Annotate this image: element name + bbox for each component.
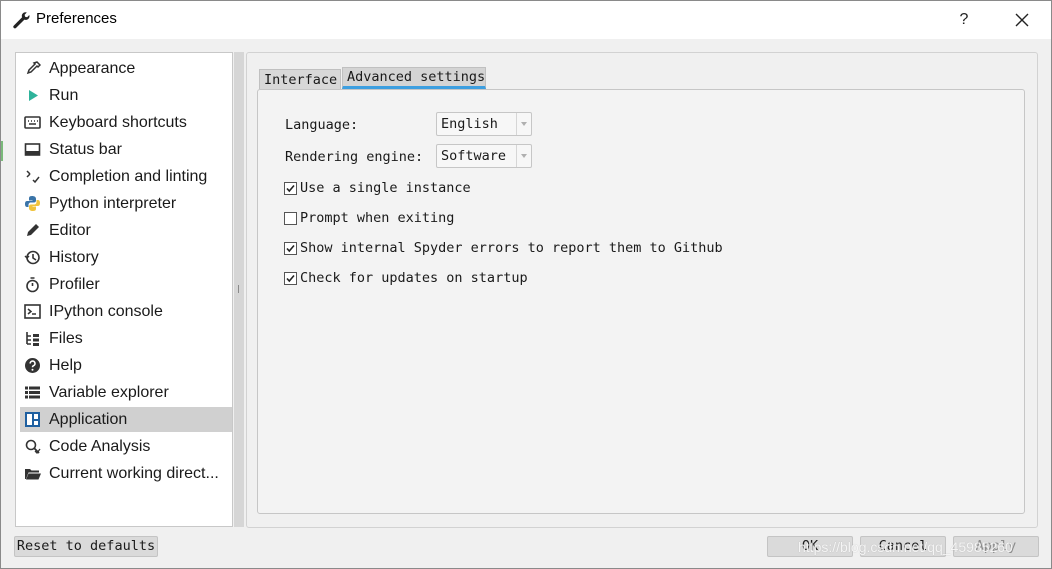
chevron-down-icon: [516, 145, 531, 167]
application-icon: [25, 412, 40, 427]
sidebar-item-application[interactable]: Application: [20, 407, 232, 432]
python-icon: [25, 196, 40, 211]
preferences-sidebar: Appearance Run Keyboard shortcuts Status ba…: [15, 52, 233, 527]
history-icon: [24, 250, 40, 265]
checkbox-checked[interactable]: [284, 182, 297, 195]
language-select-value: English: [441, 116, 498, 132]
sidebar-item-current-working-direct[interactable]: Current working direct...: [20, 461, 232, 486]
file-tree-icon: [26, 332, 39, 346]
language-label: Language:: [285, 117, 359, 133]
keyboard-icon: [24, 116, 41, 129]
sidebar-item-python-interpreter[interactable]: Python interpreter: [20, 191, 232, 216]
splitter-grip[interactable]: [238, 285, 241, 293]
option-label: Check for updates on startup: [300, 270, 528, 286]
checkbox-unchecked[interactable]: [284, 212, 297, 225]
code-analysis-icon: [25, 439, 41, 454]
checkbox-checked[interactable]: [284, 272, 297, 285]
question-icon: [25, 358, 40, 373]
sidebar-item-completion-and-linting[interactable]: Completion and linting: [20, 164, 232, 189]
sidebar-item-keyboard-shortcuts[interactable]: Keyboard shortcuts: [20, 110, 232, 135]
close-icon[interactable]: [1009, 9, 1035, 31]
sidebar-item-label: Run: [49, 87, 79, 104]
window-edge-accent: [1, 141, 3, 161]
terminal-icon: [24, 304, 41, 319]
tab-advanced-settings[interactable]: Advanced settings: [342, 67, 486, 89]
sidebar-item-label: Files: [49, 330, 83, 347]
stopwatch-icon: [26, 277, 39, 293]
sidebar-item-label: Code Analysis: [49, 438, 151, 455]
status-bar-icon: [24, 143, 41, 156]
sidebar-item-files[interactable]: Files: [20, 326, 232, 351]
sidebar-item-editor[interactable]: Editor: [20, 218, 232, 243]
folder-open-icon: [25, 469, 41, 480]
rendering-engine-select[interactable]: Software: [436, 144, 532, 168]
sidebar-item-label: Completion and linting: [49, 168, 208, 185]
sidebar-item-label: Application: [49, 411, 128, 428]
title-bar: Preferences ?: [1, 1, 1051, 39]
option-label: Show internal Spyder errors to report th…: [300, 240, 723, 256]
sidebar-item-ipython-console[interactable]: IPython console: [20, 299, 232, 324]
sidebar-item-label: Editor: [49, 222, 91, 239]
paint-dropper-icon: [26, 61, 41, 75]
chevron-down-icon: [516, 113, 531, 135]
language-select[interactable]: English: [436, 112, 532, 136]
sidebar-item-label: Keyboard shortcuts: [49, 114, 187, 131]
watermark: https://blog.csdn.net/qq_45985260: [798, 539, 1013, 555]
sidebar-item-variable-explorer[interactable]: Variable explorer: [20, 380, 232, 405]
sidebar-item-label: Python interpreter: [49, 195, 177, 212]
rendering-engine-label: Rendering engine:: [285, 149, 424, 165]
option-label: Use a single instance: [300, 180, 471, 196]
sidebar-item-appearance[interactable]: Appearance: [20, 56, 232, 81]
sidebar-item-code-analysis[interactable]: Code Analysis: [20, 434, 232, 459]
sidebar-splitter[interactable]: [234, 52, 244, 527]
help-button[interactable]: ?: [953, 7, 975, 33]
sidebar-item-help[interactable]: Help: [20, 353, 232, 378]
sidebar-item-label: History: [49, 249, 99, 266]
sidebar-item-label: Help: [49, 357, 82, 374]
option-label: Prompt when exiting: [300, 210, 455, 226]
sidebar-item-label: Variable explorer: [49, 384, 169, 401]
rendering-engine-select-value: Software: [441, 148, 507, 164]
sidebar-item-label: Current working direct...: [49, 465, 219, 482]
sidebar-item-history[interactable]: History: [20, 245, 232, 270]
sidebar-item-status-bar[interactable]: Status bar: [20, 137, 232, 162]
reset-to-defaults-button[interactable]: Reset to defaults: [14, 536, 158, 557]
sidebar-item-profiler[interactable]: Profiler: [20, 272, 232, 297]
sidebar-item-label: Appearance: [49, 60, 136, 77]
sidebar-item-run[interactable]: Run: [20, 83, 232, 108]
list-icon: [25, 386, 40, 399]
checkmark-icon: [286, 244, 295, 253]
checkbox-checked[interactable]: [284, 242, 297, 255]
play-icon: [29, 90, 38, 101]
sidebar-item-label: Profiler: [49, 276, 100, 293]
checkmark-icon: [286, 274, 295, 283]
sidebar-item-label: Status bar: [49, 141, 122, 158]
tab-interface[interactable]: Interface: [259, 69, 341, 89]
wrench-icon: [13, 12, 30, 29]
pencil-icon: [27, 224, 39, 236]
checkmark-icon: [286, 184, 295, 193]
sidebar-item-label: IPython console: [49, 303, 163, 320]
window-title: Preferences: [36, 10, 117, 27]
completion-icon: [26, 170, 40, 184]
preferences-dialog: Preferences ? Appearance Run Keyboard shor…: [0, 0, 1052, 569]
